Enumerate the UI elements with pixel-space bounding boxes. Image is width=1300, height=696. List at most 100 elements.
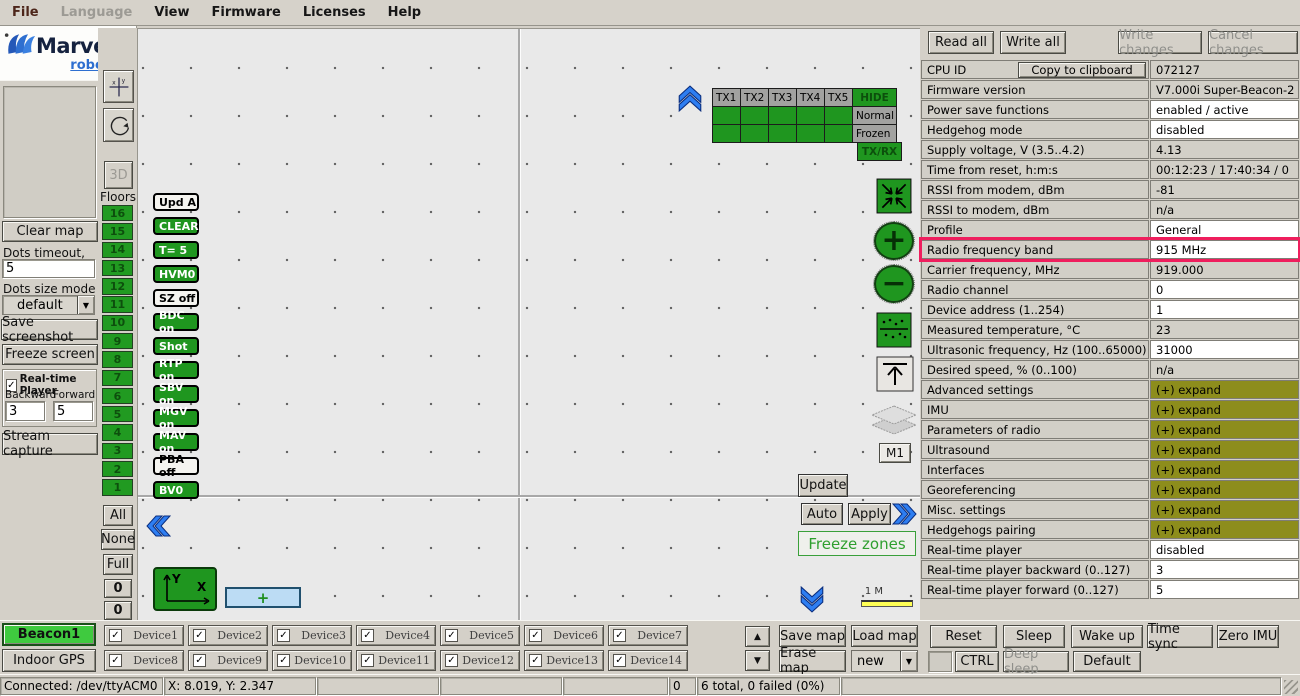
param-value[interactable]: (+) expand [1150,480,1299,499]
sleep-button[interactable]: Sleep [1003,625,1065,648]
checkbox-checked-icon[interactable]: ✓ [193,654,206,667]
device-toggle-device6[interactable]: ✓Device6 [524,625,604,646]
device-toggle-device9[interactable]: ✓Device9 [188,650,268,671]
default-button[interactable]: Default [1073,651,1141,672]
floor-button-15[interactable]: 15 [102,223,133,239]
menu-firmware[interactable]: Firmware [208,3,285,22]
param-value[interactable]: (+) expand [1150,460,1299,479]
read-all-button[interactable]: Read all [928,31,994,54]
map-name-select[interactable]: new ▼ [851,650,918,672]
ctrl-button[interactable]: CTRL [955,651,999,672]
update-button[interactable]: Update [798,474,848,497]
wake-up-button[interactable]: Wake up [1071,625,1143,648]
tx-header-tx2[interactable]: TX2 [740,88,769,107]
checkbox-checked-icon[interactable]: ✓ [613,654,626,667]
map-toggle-pba-off[interactable]: PBA off [153,457,199,475]
tab-indoor-gps[interactable]: Indoor GPS [2,649,96,672]
device-toggle-device12[interactable]: ✓Device12 [440,650,520,671]
dots-view-icon[interactable] [876,312,912,352]
floor-button-3[interactable]: 3 [102,443,133,459]
device-toggle-device7[interactable]: ✓Device7 [608,625,688,646]
chevron-right-icon[interactable] [891,501,919,527]
floor-button-5[interactable]: 5 [102,406,133,422]
tx-cell[interactable] [712,106,741,125]
map-toggle-hvm0[interactable]: HVM0 [153,265,199,283]
floor-button-7[interactable]: 7 [102,370,133,386]
clear-map-button[interactable]: Clear map [2,221,98,242]
floor-button-1[interactable]: 1 [102,479,133,495]
map-canvas[interactable]: Upd ACLEART= 5HVM0SZ offBDC onShotRTP on… [137,28,920,620]
checkbox-checked-icon[interactable]: ✓ [109,629,122,642]
floor-button-6[interactable]: 6 [102,388,133,404]
map-toggle-sbv-on[interactable]: SBV on [153,385,199,403]
save-map-button[interactable]: Save map [779,625,846,647]
device-toggle-device8[interactable]: ✓Device8 [104,650,184,671]
checkbox-checked-icon[interactable]: ✓ [361,629,374,642]
floor-button-11[interactable]: 11 [102,296,133,312]
tx-cell[interactable] [796,106,825,125]
param-value[interactable]: 0 [1150,280,1299,299]
map-toggle-shot[interactable]: Shot [153,337,199,355]
device-toggle-device5[interactable]: ✓Device5 [440,625,520,646]
axes-icon[interactable]: x y [103,70,134,103]
tx-header-tx5[interactable]: TX5 [824,88,853,107]
freeze-zones-label[interactable]: Freeze zones [798,531,916,556]
param-value[interactable]: 3 [1150,560,1299,579]
fit-view-icon[interactable] [876,178,912,218]
param-value[interactable]: (+) expand [1150,400,1299,419]
dots-timeout-input[interactable] [2,259,95,278]
floor-button-10[interactable]: 10 [102,315,133,331]
3d-button[interactable]: 3D [104,161,133,189]
tx-cell[interactable] [712,124,741,143]
device-toggle-device1[interactable]: ✓Device1 [104,625,184,646]
map-toggle-sz-off[interactable]: SZ off [153,289,199,307]
rotate-icon[interactable] [103,108,134,142]
copy-to-clipboard-button[interactable]: Copy to clipboard [1018,62,1146,78]
zoom-in-icon[interactable]: + [874,222,914,260]
device-toggle-device2[interactable]: ✓Device2 [188,625,268,646]
map-toggle-mav-on[interactable]: MAV on [153,433,199,451]
checkbox-checked-icon[interactable]: ✓ [277,654,290,667]
floors-zero-button-2[interactable]: 0 [104,601,132,620]
param-value[interactable]: disabled [1150,540,1299,559]
load-map-button[interactable]: Load map [851,625,918,647]
floor-button-14[interactable]: 14 [102,242,133,258]
checkbox-checked-icon[interactable]: ✓ [361,654,374,667]
param-value[interactable]: (+) expand [1150,420,1299,439]
checkbox-checked-icon[interactable]: ✓ [445,654,458,667]
device-toggle-device10[interactable]: ✓Device10 [272,650,352,671]
checkbox-checked-icon[interactable]: ✓ [445,629,458,642]
checkbox-checked-icon[interactable]: ✓ [529,654,542,667]
freeze-screen-button[interactable]: Freeze screen [2,344,98,365]
checkbox-checked-icon[interactable]: ✓ [277,629,290,642]
param-value[interactable]: 915 MHz [1150,240,1299,259]
map-toggle-t-5[interactable]: T= 5 [153,241,199,259]
tx-hide-button[interactable]: HIDE [852,88,897,107]
map-toggle-mgv-on[interactable]: MGV on [153,409,199,427]
time-sync-button[interactable]: Time sync [1147,625,1213,648]
tx-header-tx3[interactable]: TX3 [768,88,797,107]
map-toggle-rtp-on[interactable]: RTP on [153,361,199,379]
param-value[interactable]: 1 [1150,300,1299,319]
zoom-out-icon[interactable]: − [874,265,914,303]
tx-cell[interactable] [796,124,825,143]
menu-help[interactable]: Help [384,3,425,22]
map-toggle-clear[interactable]: CLEAR [153,217,199,235]
floors-full-button[interactable]: Full [103,554,133,575]
save-screenshot-button[interactable]: Save screenshot [1,319,98,340]
floors-zero-button-1[interactable]: 0 [104,579,132,598]
resize-grip-icon[interactable] [1284,680,1298,694]
map-toggle-bv0[interactable]: BV0 [153,481,199,499]
floor-button-13[interactable]: 13 [102,260,133,276]
tx-cell[interactable] [740,124,769,143]
upload-arrow-icon[interactable] [876,356,914,396]
menu-file[interactable]: File [8,3,43,22]
device-toggle-device3[interactable]: ✓Device3 [272,625,352,646]
device-toggle-device11[interactable]: ✓Device11 [356,650,436,671]
zero-imu-button[interactable]: Zero IMU [1217,625,1279,648]
checkbox-checked-icon[interactable]: ✓ [109,654,122,667]
device-toggle-device14[interactable]: ✓Device14 [608,650,688,671]
param-value[interactable]: General [1150,220,1299,239]
tx-txrx-button[interactable]: TX/RX [857,142,902,161]
map-toggle-upd-a[interactable]: Upd A [153,193,199,211]
